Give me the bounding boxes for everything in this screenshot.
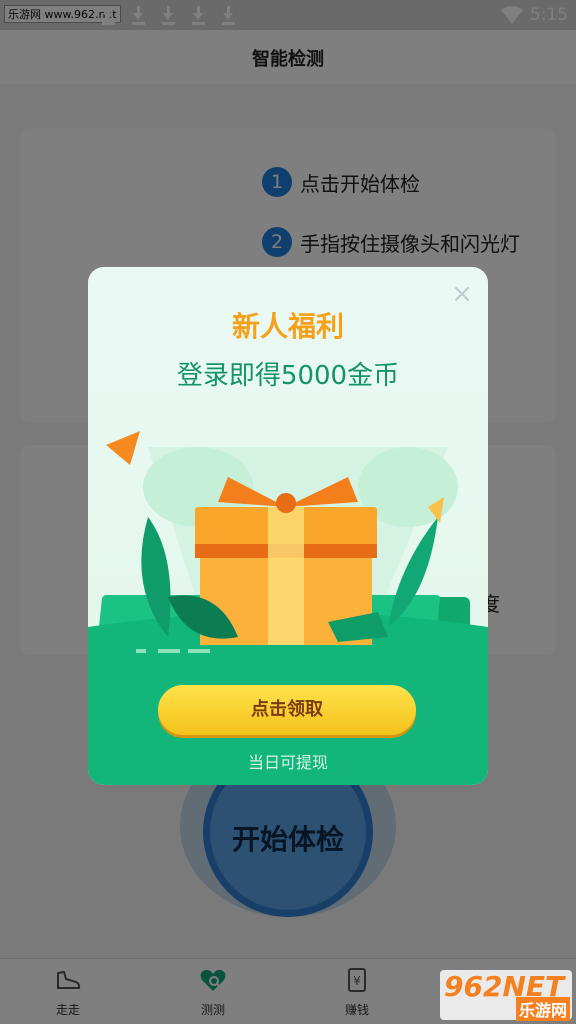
dialog-title: 新人福利	[231, 310, 344, 343]
dialog-subtitle: 登录即得5000金币	[176, 361, 400, 391]
dialog-note: 当日可提现	[247, 753, 328, 772]
claim-button[interactable]: 点击领取	[158, 685, 416, 735]
watermark-logo: 962NET 乐游网	[440, 970, 572, 1021]
gift-illustration	[88, 431, 488, 667]
close-icon[interactable]: ×	[450, 281, 474, 307]
watermark-logo-subtext: 乐游网	[516, 997, 571, 1021]
welfare-dialog: × 新人福利 登录即得5000金币 点击领取 当日可提现	[88, 267, 488, 785]
